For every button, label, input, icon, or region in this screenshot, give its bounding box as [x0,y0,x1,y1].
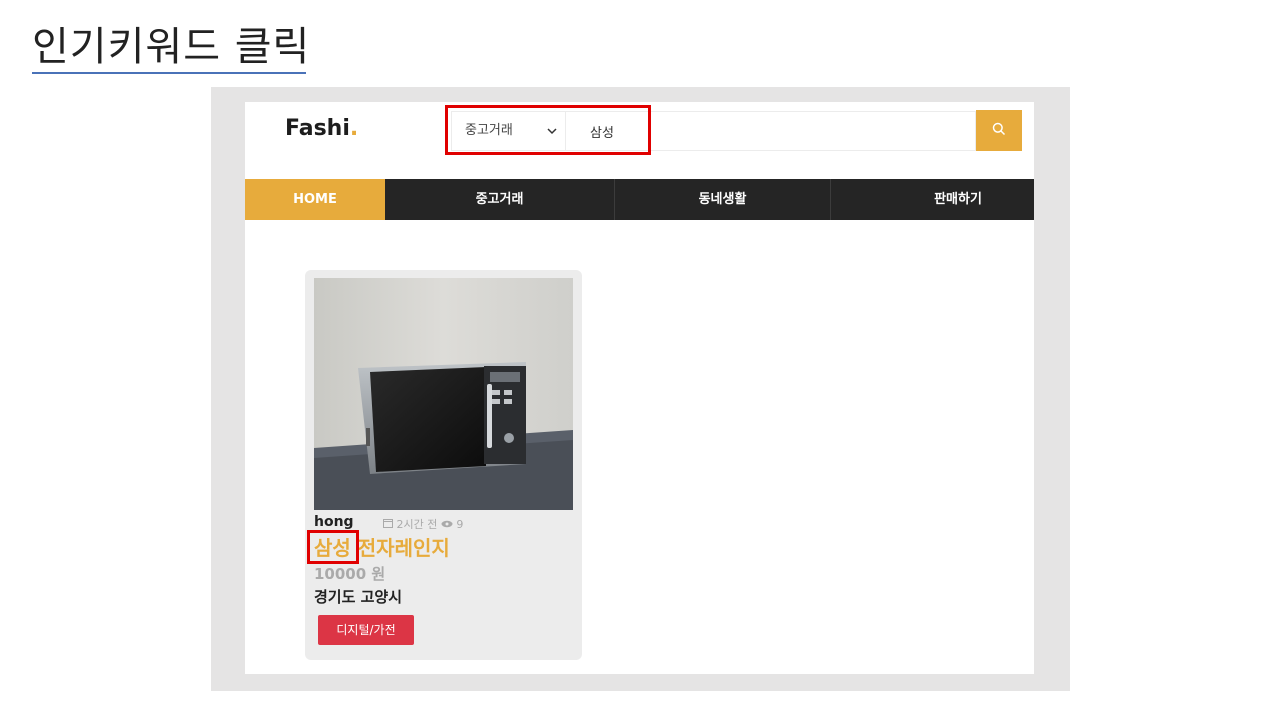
main-nav: HOME 중고거래 동네생활 판매하기 [245,179,1034,220]
annotation-highlight-search [445,105,651,155]
nav-item-sell[interactable]: 판매하기 [831,179,1034,220]
product-image[interactable] [314,278,573,510]
seller-name: hong [314,514,354,530]
nav-item-home[interactable]: HOME [245,179,385,220]
web-page: Fashi. 중고거래 HOME 중고거래 동네생활 판매하기 [245,102,1034,674]
search-button[interactable] [976,110,1022,151]
title-rest: 전자레인지 [350,536,450,560]
eye-icon [441,518,457,531]
search-icon [992,121,1006,140]
site-logo[interactable]: Fashi. [285,116,358,141]
logo-dot: . [349,116,359,141]
calendar-icon [383,518,397,531]
slide-title-underline [32,72,306,74]
product-location: 경기도 고양시 [314,588,403,606]
view-count: 9 [456,518,464,531]
slide-title: 인기키워드 클릭 [32,24,311,70]
nav-item-neighborhood[interactable]: 동네생활 [615,179,830,220]
nav-item-used-trade[interactable]: 중고거래 [385,179,614,220]
logo-text: Fashi [285,116,350,141]
post-meta: 2시간 전 9 [383,516,463,532]
annotation-highlight-keyword [307,530,359,564]
product-price: 10000 원 [314,565,386,583]
category-tag[interactable]: 디지털/가전 [318,615,414,645]
post-time: 2시간 전 [396,518,438,531]
product-card[interactable]: hong 2시간 전 9 삼성 전자레인지 10000 원 경기도 고양시 디지… [305,270,582,660]
